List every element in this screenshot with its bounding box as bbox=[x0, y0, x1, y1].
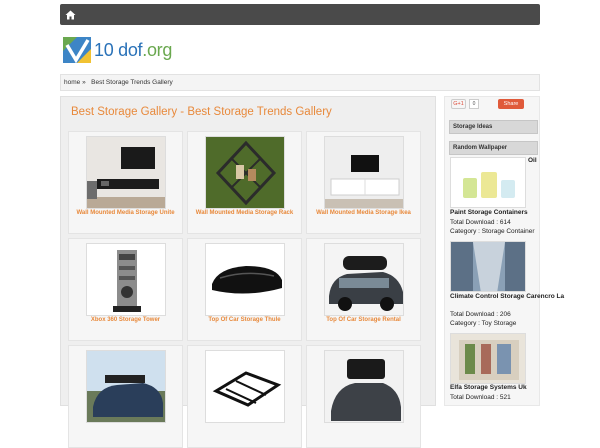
share-button[interactable]: Share bbox=[498, 99, 524, 109]
wallpaper-downloads: Total Download : 614 bbox=[450, 219, 511, 226]
share-row: G+1 0 Share bbox=[451, 99, 524, 109]
breadcrumb-home-link[interactable]: home bbox=[64, 79, 80, 86]
gallery-item-title[interactable]: Wall Mounted Media Storage Ikea bbox=[307, 210, 420, 216]
google-plus-count: 0 bbox=[469, 99, 479, 109]
wallpaper-category: Category : Toy Storage bbox=[450, 320, 517, 327]
gallery-item[interactable]: Top Of Car Storage Thule bbox=[187, 238, 302, 341]
gallery-item[interactable] bbox=[187, 345, 302, 448]
gallery-thumbnail[interactable] bbox=[85, 136, 166, 209]
gallery-item-title[interactable]: Wall Mounted Media Storage Rack bbox=[188, 210, 301, 216]
wallpaper-title[interactable]: Elfa Storage Systems Uk bbox=[450, 384, 527, 391]
gallery-thumbnail[interactable] bbox=[85, 350, 166, 423]
wallpaper-title[interactable]: Paint Storage Containers bbox=[450, 209, 528, 216]
google-plus-button[interactable]: G+1 bbox=[451, 99, 466, 109]
gallery-item[interactable] bbox=[306, 345, 421, 448]
wallpaper-thumbnail[interactable] bbox=[450, 157, 526, 208]
breadcrumb-current: Best Storage Trends Gallery bbox=[91, 79, 173, 86]
logo-mark-icon bbox=[63, 37, 91, 64]
wallpaper-thumbnail[interactable] bbox=[450, 241, 526, 292]
breadcrumb-separator: » bbox=[82, 79, 86, 86]
wallpaper-downloads: Total Download : 206 bbox=[450, 311, 511, 318]
gallery-item-title[interactable]: Wall Mounted Media Storage Unite bbox=[69, 210, 182, 216]
gallery-item[interactable]: Wall Mounted Media Storage Rack bbox=[187, 131, 302, 234]
home-icon bbox=[65, 10, 75, 19]
gallery-thumbnail[interactable] bbox=[323, 350, 404, 423]
gallery-thumbnail[interactable] bbox=[204, 243, 285, 316]
top-navbar bbox=[60, 4, 540, 25]
gallery-item[interactable]: Top Of Car Storage Rental bbox=[306, 238, 421, 341]
gallery-thumbnail[interactable] bbox=[323, 136, 404, 209]
gallery-item-title[interactable]: Top Of Car Storage Rental bbox=[307, 317, 420, 323]
wallpaper-title-suffix[interactable]: Oil bbox=[528, 157, 537, 164]
wallpaper-thumbnail[interactable] bbox=[450, 333, 526, 384]
wallpaper-title[interactable]: Climate Control Storage Carencro La bbox=[450, 293, 564, 300]
gallery-item[interactable] bbox=[68, 345, 183, 448]
sidebar: G+1 0 Share Storage Ideas Random Wallpap… bbox=[444, 96, 564, 406]
logo-text: 10 dof.org bbox=[94, 39, 173, 60]
random-wallpaper-header: Random Wallpaper bbox=[449, 141, 538, 155]
gallery-thumbnail[interactable] bbox=[323, 243, 404, 316]
wallpaper-category: Category : Storage Container bbox=[450, 228, 535, 235]
gallery-thumbnail[interactable] bbox=[85, 243, 166, 316]
gallery-item-title[interactable]: Xbox 360 Storage Tower bbox=[69, 317, 182, 323]
gallery-item[interactable]: Wall Mounted Media Storage Unite bbox=[68, 131, 183, 234]
gallery-thumbnail[interactable] bbox=[204, 136, 285, 209]
breadcrumb: home » Best Storage Trends Gallery bbox=[60, 74, 540, 91]
storage-ideas-header[interactable]: Storage Ideas bbox=[449, 120, 538, 134]
page-title: Best Storage Gallery - Best Storage Tren… bbox=[71, 106, 332, 118]
gallery-panel: Best Storage Gallery - Best Storage Tren… bbox=[60, 96, 436, 448]
gallery-item-title[interactable]: Top Of Car Storage Thule bbox=[188, 317, 301, 323]
gallery-item[interactable]: Wall Mounted Media Storage Ikea bbox=[306, 131, 421, 234]
gallery-item[interactable]: Xbox 360 Storage Tower bbox=[68, 238, 183, 341]
gallery-thumbnail[interactable] bbox=[204, 350, 285, 423]
site-logo[interactable]: 10 dof.org bbox=[62, 36, 172, 64]
home-button[interactable] bbox=[60, 4, 80, 25]
